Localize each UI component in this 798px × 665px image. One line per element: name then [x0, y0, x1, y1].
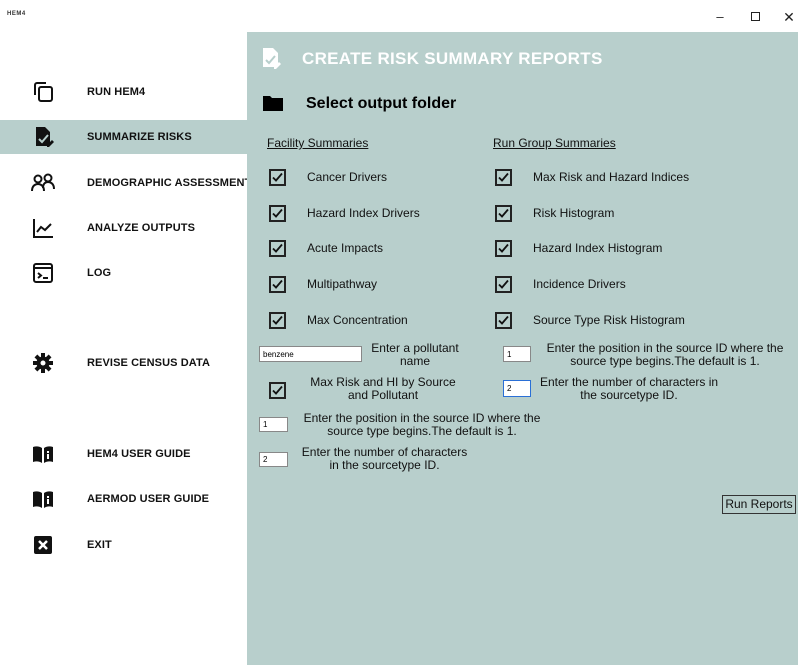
facility-chars-label: Enter the number of characters in the so… [301, 445, 468, 472]
sidebar-item-label: RUN HEM4 [87, 86, 146, 98]
sidebar-item-aermod-user-guide[interactable]: AERMOD USER GUIDE [0, 482, 247, 516]
window-title: HEM4 [7, 11, 26, 17]
sidebar-item-label: EXIT [87, 539, 112, 551]
rungroup-chars-label: Enter the number of characters in the so… [539, 375, 719, 402]
minimize-icon: – [716, 9, 724, 24]
main-panel: CREATE RISK SUMMARY REPORTS Select outpu… [247, 32, 798, 665]
checkbox[interactable] [269, 382, 286, 399]
checkbox[interactable] [495, 240, 512, 257]
run-group-summaries-heading: Run Group Summaries [493, 136, 616, 150]
maximize-icon [750, 12, 760, 21]
rungroup-position-input[interactable] [503, 346, 531, 362]
checkbox-label: Max Concentration [307, 313, 408, 327]
sidebar-item-label: REVISE CENSUS DATA [87, 357, 211, 369]
checkbox[interactable] [269, 205, 286, 222]
checkbox-label: Incidence Drivers [533, 277, 626, 291]
pollutant-label: Enter a pollutant name [371, 341, 459, 368]
sidebar-item-demographic-assessment[interactable]: DEMOGRAPHIC ASSESSMENT [0, 166, 251, 200]
facility-summaries-heading: Facility Summaries [267, 136, 369, 150]
close-icon: ✕ [783, 9, 795, 25]
checkbox[interactable] [269, 240, 286, 257]
terminal-icon [30, 261, 56, 285]
sidebar-item-label: LOG [87, 267, 112, 279]
title-bar: HEM4 – ✕ [0, 0, 798, 32]
checkbox-label: Cancer Drivers [307, 170, 388, 184]
sidebar-item-revise-census-data[interactable]: REVISE CENSUS DATA [0, 346, 247, 380]
checkbox-label: Acute Impacts [307, 241, 384, 255]
checkbox[interactable] [495, 169, 512, 186]
checkbox-label: Max Risk and Hazard Indices [533, 170, 690, 184]
minimize-button[interactable]: – [705, 6, 735, 28]
checkbox[interactable] [269, 312, 286, 329]
select-output-folder[interactable]: Select output folder [306, 95, 456, 113]
sidebar-item-analyze-outputs[interactable]: ANALYZE OUTPUTS [0, 211, 247, 245]
people-icon [30, 171, 56, 195]
checkbox[interactable] [495, 276, 512, 293]
checkbox-label: Hazard Index Histogram [533, 241, 663, 255]
sidebar-item-label: DEMOGRAPHIC ASSESSMENT [87, 177, 252, 189]
sidebar-item-label: SUMMARIZE RISKS [87, 131, 192, 143]
sidebar-item-run-hem4[interactable]: RUN HEM4 [0, 75, 247, 109]
checkbox[interactable] [269, 276, 286, 293]
checkbox-label: Hazard Index Drivers [307, 206, 420, 220]
sidebar-item-label: ANALYZE OUTPUTS [87, 222, 196, 234]
maximize-button[interactable] [740, 6, 770, 28]
checkbox-label: Risk Histogram [533, 206, 615, 220]
sidebar-item-label: AERMOD USER GUIDE [87, 493, 210, 505]
sidebar-item-label: HEM4 USER GUIDE [87, 448, 191, 460]
book-icon [30, 442, 56, 466]
sidebar-item-exit[interactable]: EXIT [0, 528, 247, 562]
sidebar-item-summarize-risks[interactable]: SUMMARIZE RISKS [0, 120, 247, 154]
pollutant-input[interactable] [259, 346, 362, 362]
page-title: CREATE RISK SUMMARY REPORTS [302, 49, 603, 68]
checkbox[interactable] [269, 169, 286, 186]
checkbox[interactable] [495, 205, 512, 222]
close-button[interactable]: ✕ [774, 6, 798, 28]
facility-position-label: Enter the position in the source ID wher… [303, 411, 541, 438]
close-box-icon [30, 533, 56, 557]
facility-chars-input[interactable] [259, 452, 288, 467]
checkbox-label: Multipathway [307, 277, 378, 291]
max-risk-hi-label: Max Risk and HI by Source and Pollutant [310, 375, 456, 402]
line-chart-icon [30, 216, 56, 240]
sidebar: RUN HEM4 SUMMARIZE RISKS DEMOGRAPHIC ASS… [0, 32, 251, 665]
checkbox[interactable] [495, 312, 512, 329]
edit-document-icon [30, 125, 56, 149]
rungroup-chars-input[interactable] [503, 380, 531, 397]
sidebar-item-hem4-user-guide[interactable]: HEM4 USER GUIDE [0, 437, 247, 471]
copy-icon [30, 80, 56, 104]
folder-icon[interactable] [262, 94, 284, 112]
facility-position-input[interactable] [259, 417, 288, 432]
sidebar-item-log[interactable]: LOG [0, 256, 247, 290]
edit-document-icon [260, 46, 282, 70]
checkbox-label: Source Type Risk Histogram [533, 313, 685, 327]
rungroup-position-label: Enter the position in the source ID wher… [546, 341, 784, 368]
run-reports-button[interactable]: Run Reports [722, 495, 796, 514]
gear-icon [30, 351, 56, 375]
book-icon [30, 487, 56, 511]
